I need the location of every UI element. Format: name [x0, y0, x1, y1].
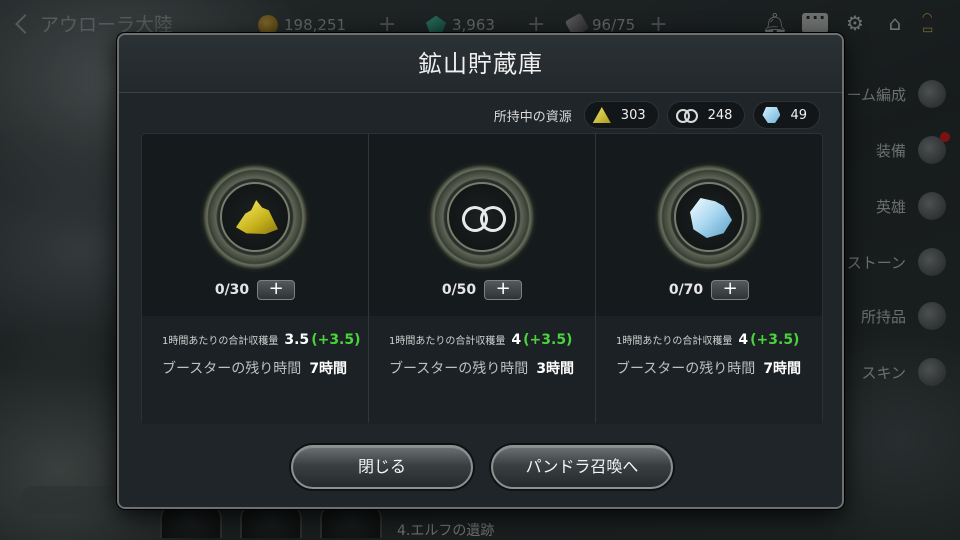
dialog-title: 鉱山貯蔵庫	[119, 35, 842, 93]
mine-cards: 0/30 + 1時間あたりの合計収穫量 3.5 (+3.5) ブースターの残り時…	[141, 133, 823, 424]
boost-value: 3時間	[536, 361, 575, 377]
rate-row: 1時間あたりの合計収穫量 4 (+3.5)	[389, 332, 572, 348]
medal-inner	[447, 182, 517, 252]
medal-inner	[674, 182, 744, 252]
add-booster-button[interactable]: +	[484, 280, 523, 300]
mine-card-crystal: 0/70 + 1時間あたりの合計収穫量 4 (+3.5) ブースターの残り時間 …	[596, 134, 822, 424]
infinity-ore-icon	[462, 206, 506, 230]
gold-ore-icon	[236, 200, 278, 234]
gold-ore-icon	[592, 107, 611, 123]
rate-value: 3.5	[284, 332, 310, 348]
mine-card-infinity: 0/50 + 1時間あたりの合計収穫量 4 (+3.5) ブースターの残り時間 …	[369, 134, 596, 424]
count-row: 0/70 +	[596, 280, 822, 300]
medal-inner	[220, 182, 290, 252]
held-resources-label: 所持中の資源	[493, 109, 572, 125]
boost-row: ブースターの残り時間 3時間	[389, 358, 574, 378]
rate-label: 1時間あたりの合計収穫量	[162, 336, 279, 347]
add-booster-button[interactable]: +	[257, 280, 296, 300]
rate-bonus: (+3.5)	[311, 332, 361, 348]
card-info: 1時間あたりの合計収穫量 4 (+3.5) ブースターの残り時間 7時間	[596, 316, 822, 424]
boost-row: ブースターの残り時間 7時間	[162, 358, 347, 378]
booster-count: 0/70	[668, 282, 704, 298]
held-gold-pill: 303	[583, 101, 659, 129]
rate-value: 4	[511, 332, 522, 348]
crystal-ore-icon	[690, 198, 732, 238]
rate-value: 4	[738, 332, 749, 348]
infinity-icon	[675, 108, 698, 123]
add-booster-button[interactable]: +	[711, 280, 750, 300]
held-gold-value: 303	[620, 107, 646, 123]
close-button[interactable]: 閉じる	[291, 445, 473, 489]
rate-label: 1時間あたりの合計収穫量	[389, 336, 506, 347]
booster-count: 0/30	[214, 282, 250, 298]
rate-row: 1時間あたりの合計収穫量 3.5 (+3.5)	[162, 332, 361, 348]
boost-label: ブースターの残り時間	[616, 361, 756, 377]
pandora-summon-button[interactable]: パンドラ召喚へ	[491, 445, 673, 489]
count-row: 0/30 +	[142, 280, 368, 300]
count-row: 0/50 +	[369, 280, 595, 300]
mine-card-gold: 0/30 + 1時間あたりの合計収穫量 3.5 (+3.5) ブースターの残り時…	[142, 134, 369, 424]
rate-bonus: (+3.5)	[523, 332, 573, 348]
resource-medal	[656, 164, 762, 270]
mine-storage-dialog: 鉱山貯蔵庫 所持中の資源 303 248 49 0/30 + 1時間あたりの合計…	[117, 33, 844, 509]
boost-label: ブースターの残り時間	[162, 361, 302, 377]
boost-label: ブースターの残り時間	[389, 361, 529, 377]
held-crystal-value: 49	[790, 107, 807, 123]
held-crystal-pill: 49	[753, 101, 820, 129]
crystal-icon	[762, 107, 781, 123]
boost-row: ブースターの残り時間 7時間	[616, 358, 801, 378]
rate-label: 1時間あたりの合計収穫量	[616, 336, 733, 347]
card-info: 1時間あたりの合計収穫量 3.5 (+3.5) ブースターの残り時間 7時間	[142, 316, 368, 424]
held-infinity-value: 248	[707, 107, 733, 123]
booster-count: 0/50	[441, 282, 477, 298]
held-resources: 所持中の資源 303 248 49	[494, 101, 820, 129]
rate-row: 1時間あたりの合計収穫量 4 (+3.5)	[616, 332, 799, 348]
held-infinity-pill: 248	[666, 101, 746, 129]
boost-value: 7時間	[309, 361, 348, 377]
resource-medal	[429, 164, 535, 270]
card-info: 1時間あたりの合計収穫量 4 (+3.5) ブースターの残り時間 3時間	[369, 316, 595, 424]
boost-value: 7時間	[763, 361, 802, 377]
rate-bonus: (+3.5)	[750, 332, 800, 348]
resource-medal	[202, 164, 308, 270]
